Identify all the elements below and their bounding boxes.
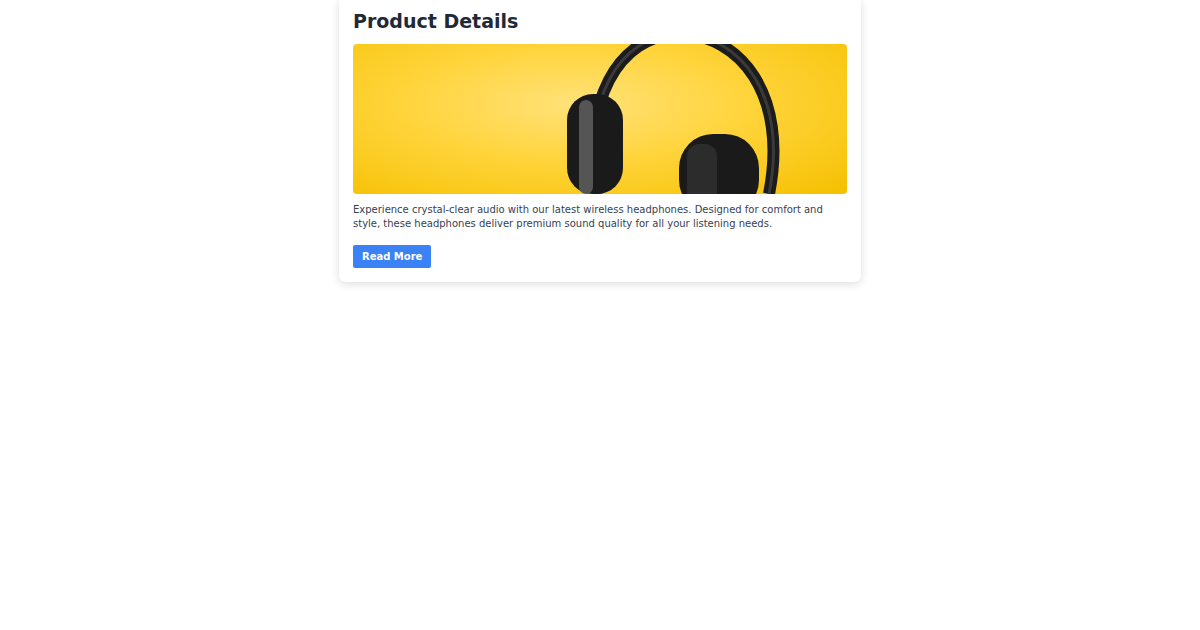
page: Product Details Experience crystal-clear … xyxy=(0,0,1200,630)
product-photo xyxy=(353,44,847,194)
product-card: Product Details Experience crystal-clear … xyxy=(339,0,861,282)
card-title: Product Details xyxy=(353,10,518,33)
headphones-icon xyxy=(559,44,799,194)
read-more-button[interactable]: Read More xyxy=(353,245,431,268)
card-description: Experience crystal-clear audio with our … xyxy=(353,203,847,231)
